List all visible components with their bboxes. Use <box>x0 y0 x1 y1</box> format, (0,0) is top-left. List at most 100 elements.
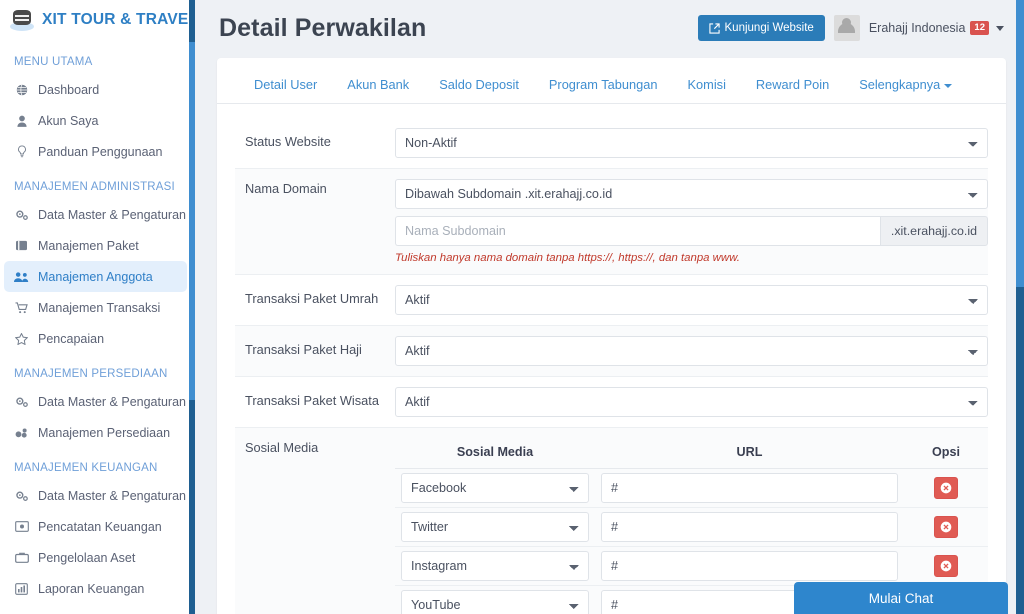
times-circle-icon <box>940 482 952 494</box>
user-name-label: Erahajj Indonesia <box>868 21 966 35</box>
table-header-row: Sosial Media URL Opsi <box>395 438 988 469</box>
sidebar-item-label: Manajemen Transaksi <box>38 300 161 315</box>
tab-detail-user[interactable]: Detail User <box>239 72 332 103</box>
column-header-url: URL <box>595 438 904 469</box>
lightbulb-icon <box>14 145 29 158</box>
sosial-media-url-input[interactable] <box>601 551 898 581</box>
sidebar-item-data-master-persediaan[interactable]: Data Master & Pengaturan <box>0 386 195 417</box>
sidebar: XIT TOUR & TRAVEL MENU UTAMA Dashboard A… <box>0 0 195 614</box>
field-row-transaksi-haji: Transaksi Paket Haji Aktif <box>235 326 988 377</box>
sidebar-item-pengelolaan-aset[interactable]: Pengelolaan Aset <box>0 542 195 573</box>
main-content: Detail Perwakilan Kunjungi Website Eraha… <box>195 0 1024 614</box>
cart-icon <box>14 301 29 314</box>
sosial-media-url-input[interactable] <box>601 512 898 542</box>
sidebar-item-manajemen-paket[interactable]: Manajemen Paket <box>0 230 195 261</box>
sosial-media-select[interactable]: Twitter <box>401 512 589 542</box>
sidebar-item-panduan-penggunaan[interactable]: Panduan Penggunaan <box>0 136 195 167</box>
tab-program-tabungan[interactable]: Program Tabungan <box>534 72 673 103</box>
column-header-opsi: Opsi <box>904 438 988 469</box>
tab-selengkapnya[interactable]: Selengkapnya <box>844 72 967 103</box>
caret-down-icon <box>944 83 953 88</box>
transaksi-wisata-select[interactable]: Aktif <box>395 387 988 417</box>
sidebar-section-title: MANAJEMEN KEUANGAN <box>14 462 158 474</box>
sidebar-item-laporan-keuangan[interactable]: Laporan Keuangan <box>0 573 195 604</box>
sidebar-item-data-master-administrasi[interactable]: Data Master & Pengaturan <box>0 199 195 230</box>
field-control: Aktif <box>395 326 988 376</box>
briefcase-icon <box>14 552 29 563</box>
topbar: Detail Perwakilan Kunjungi Website Eraha… <box>217 0 1006 56</box>
tab-saldo-deposit[interactable]: Saldo Deposit <box>424 72 534 103</box>
subdomain-suffix-addon: .xit.erahajj.co.id <box>879 216 988 246</box>
transaksi-umrah-select[interactable]: Aktif <box>395 285 988 315</box>
tab-komisi[interactable]: Komisi <box>673 72 741 103</box>
chat-widget-button[interactable]: Mulai Chat <box>794 582 1008 614</box>
times-circle-icon <box>940 560 952 572</box>
transaksi-haji-select[interactable]: Aktif <box>395 336 988 366</box>
page-title: Detail Perwakilan <box>219 13 427 42</box>
app-root: XIT TOUR & TRAVEL MENU UTAMA Dashboard A… <box>0 0 1024 614</box>
user-menu[interactable]: Erahajj Indonesia 12 <box>869 21 1004 35</box>
avatar[interactable] <box>833 15 860 41</box>
brand-name: XIT TOUR & TRAVEL <box>42 11 195 28</box>
visit-website-button[interactable]: Kunjungi Website <box>697 15 825 41</box>
report-icon <box>14 582 29 595</box>
visit-website-label: Kunjungi Website <box>724 22 814 34</box>
delete-row-button[interactable] <box>934 516 958 538</box>
status-website-select[interactable]: Non-Aktif <box>395 128 988 158</box>
sidebar-item-label: Dashboard <box>38 82 100 97</box>
sidebar-scroll-area: XIT TOUR & TRAVEL MENU UTAMA Dashboard A… <box>0 0 195 614</box>
field-control: Non-Aktif <box>395 118 988 168</box>
table-row: Twitter <box>395 507 988 547</box>
sidebar-item-label: Data Master & Pengaturan <box>38 394 186 409</box>
boxes-icon <box>14 427 29 439</box>
brand-logo-area[interactable]: XIT TOUR & TRAVEL <box>0 0 195 42</box>
table-row: Facebook <box>395 468 988 508</box>
delete-row-button[interactable] <box>934 555 958 577</box>
delete-row-button[interactable] <box>934 477 958 499</box>
sidebar-item-manajemen-persediaan[interactable]: Manajemen Persediaan <box>0 417 195 448</box>
sidebar-item-label: Akun Saya <box>38 113 99 128</box>
field-control: Aktif <box>395 275 988 325</box>
sidebar-item-manajemen-transaksi[interactable]: Manajemen Transaksi <box>0 292 195 323</box>
sidebar-item-akun-saya[interactable]: Akun Saya <box>0 105 195 136</box>
main-scrollbar-thumb[interactable] <box>1016 0 1024 287</box>
detail-card: Detail User Akun Bank Saldo Deposit Prog… <box>217 58 1006 614</box>
sidebar-item-dashboard[interactable]: Dashboard <box>0 74 195 105</box>
star-icon <box>14 332 29 345</box>
database-stack-icon <box>10 8 34 32</box>
column-header-media: Sosial Media <box>395 438 595 469</box>
users-icon <box>14 271 29 283</box>
sidebar-item-pencatatan-keuangan[interactable]: Pencatatan Keuangan <box>0 511 195 542</box>
times-circle-icon <box>940 521 952 533</box>
field-row-transaksi-umrah: Transaksi Paket Umrah Aktif <box>235 275 988 326</box>
main-inner: Detail Perwakilan Kunjungi Website Eraha… <box>195 0 1024 614</box>
sidebar-item-label: Pengelolaan Aset <box>38 550 136 565</box>
field-control: Dibawah Subdomain .xit.erahajj.co.id .xi… <box>395 169 988 274</box>
sidebar-item-pencapaian[interactable]: Pencapaian <box>0 323 195 354</box>
field-label: Sosial Media <box>245 440 319 455</box>
external-link-icon <box>708 22 720 34</box>
sidebar-item-label: Pencapaian <box>38 331 105 346</box>
sidebar-section-title: MANAJEMEN PERSEDIAAN <box>14 368 168 380</box>
sidebar-item-manajemen-anggota[interactable]: Manajemen Anggota <box>4 261 187 292</box>
nama-domain-select[interactable]: Dibawah Subdomain .xit.erahajj.co.id <box>395 179 988 209</box>
tab-akun-bank[interactable]: Akun Bank <box>332 72 424 103</box>
sosial-media-url-input[interactable] <box>601 473 898 503</box>
sidebar-item-data-master-keuangan[interactable]: Data Master & Pengaturan <box>0 480 195 511</box>
sidebar-item-label: Data Master & Pengaturan <box>38 488 186 503</box>
domain-help-text: Tuliskan hanya nama domain tanpa https:/… <box>395 252 740 264</box>
tab-reward-poin[interactable]: Reward Poin <box>741 72 844 103</box>
user-icon <box>14 115 29 127</box>
main-scrollbar-track[interactable] <box>1016 0 1024 614</box>
sosial-media-select[interactable]: YouTube <box>401 590 589 614</box>
field-label: Transaksi Paket Umrah <box>245 291 379 306</box>
notification-badge: 12 <box>970 21 989 35</box>
sosial-media-select[interactable]: Instagram <box>401 551 589 581</box>
sidebar-item-label: Manajemen Persediaan <box>38 425 171 440</box>
sosial-media-select[interactable]: Facebook <box>401 473 589 503</box>
globe-icon <box>14 84 29 96</box>
field-row-status-website: Status Website Non-Aktif <box>235 118 988 169</box>
gears-icon <box>14 490 29 502</box>
subdomain-input[interactable] <box>395 216 880 246</box>
sidebar-item-label: Laporan Keuangan <box>38 581 145 596</box>
